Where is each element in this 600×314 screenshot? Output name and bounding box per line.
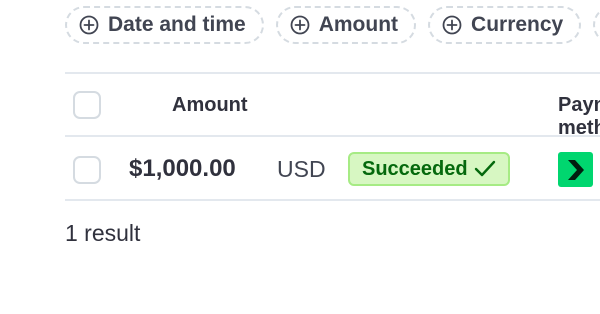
- status-label: Succeeded: [362, 157, 468, 180]
- column-header-payment-method[interactable]: Payment method: [558, 94, 600, 140]
- check-icon: [474, 160, 495, 177]
- link-chevron-icon: [567, 159, 584, 180]
- filter-chip-more[interactable]: [593, 6, 600, 44]
- payments-page: Date and time Amount Currency Amount Pay…: [0, 0, 600, 314]
- plus-circle-icon: [290, 15, 310, 35]
- column-header-amount[interactable]: Amount: [172, 94, 248, 117]
- plus-circle-icon: [442, 15, 462, 35]
- filter-chip-currency[interactable]: Currency: [428, 6, 582, 44]
- table-header-row: Amount Payment method: [65, 72, 600, 139]
- amount-value: $1,000.00: [129, 155, 236, 182]
- select-all-checkbox[interactable]: [73, 91, 101, 119]
- filter-chip-date-and-time[interactable]: Date and time: [65, 6, 264, 44]
- filter-chip-label: Currency: [471, 13, 564, 36]
- currency-value: USD: [277, 156, 326, 182]
- table-row[interactable]: $1,000.00 USD Succeeded: [65, 135, 600, 201]
- result-count: 1 result: [65, 220, 141, 246]
- link-logo-icon: [558, 152, 593, 187]
- row-checkbox[interactable]: [73, 156, 101, 184]
- status-badge: Succeeded: [348, 152, 510, 186]
- plus-circle-icon: [79, 15, 99, 35]
- filter-chip-label: Amount: [318, 13, 399, 36]
- filter-chip-amount[interactable]: Amount: [275, 6, 417, 44]
- filter-chip-label: Date and time: [108, 13, 246, 36]
- filter-bar: Date and time Amount Currency: [65, 6, 600, 46]
- payments-table: Amount Payment method $1,000.00 USD Succ…: [65, 72, 600, 201]
